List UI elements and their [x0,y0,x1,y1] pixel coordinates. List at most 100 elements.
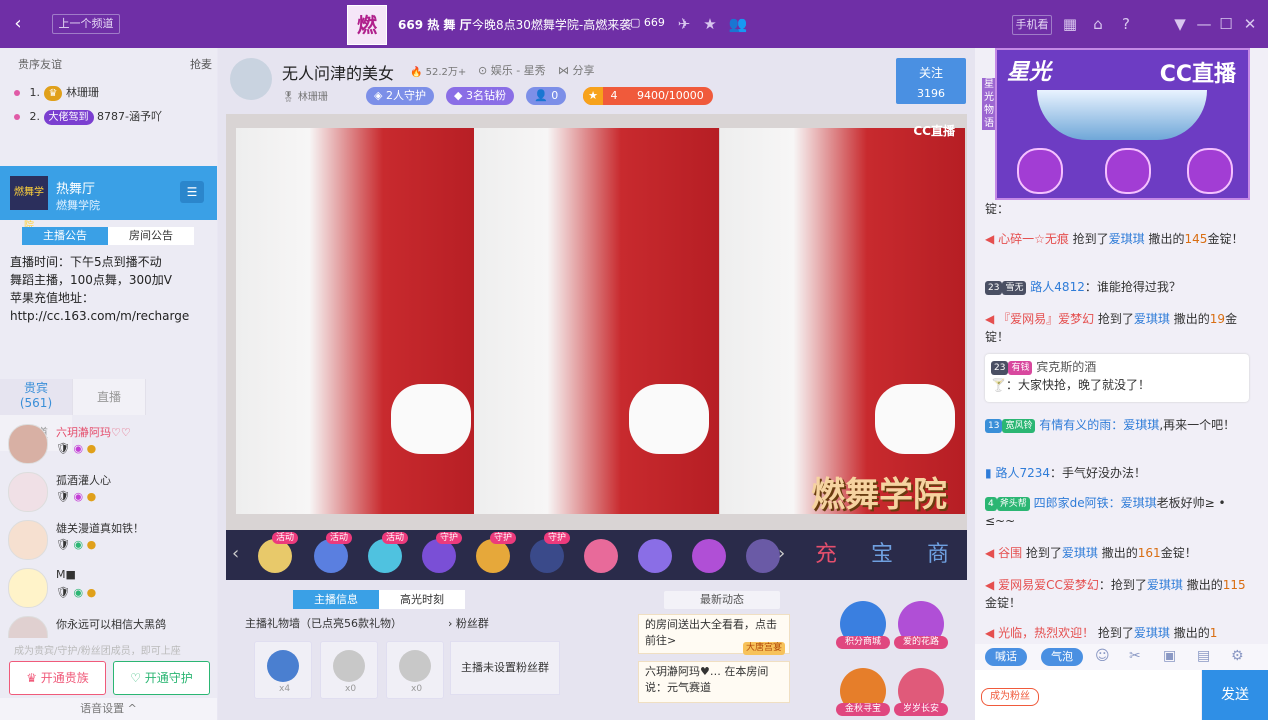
hall-menu-icon[interactable]: ☰ [180,181,204,203]
chat-user: 光临，热烈欢迎！ [998,626,1095,640]
maximize-icon[interactable]: ☐ [1216,14,1236,34]
fans-group-link[interactable]: › 粉丝群 [448,615,489,631]
chevron-right-icon[interactable]: › [778,543,785,564]
video-detail [629,384,709,454]
chat-tail: 撒出的 [1173,626,1210,640]
grid-icon[interactable]: ▦ [1060,14,1080,34]
plane-icon[interactable]: ✈ [674,14,694,34]
fans-pill[interactable]: 👤 0 [526,87,567,105]
no-fans-group: 主播未设置粉丝群 [450,641,560,695]
previous-channel-button[interactable]: 上一个频道 [52,14,120,34]
news-item[interactable]: 的房间送出大全看看，点击前往> 大唐宫宴 [638,614,790,655]
phone-watch-button[interactable]: 手机看 [1012,15,1052,35]
open-vip-button[interactable]: ♛ 开通贵族 [9,661,106,695]
news-item[interactable]: 六玥瀞阿玛♥… 在本房间说：元气赛道 [638,661,790,703]
back-chevron-icon[interactable]: ‹ [8,14,28,34]
flame-icon: 🔥 [410,67,423,78]
chat-text: ,再来一个吧！ [1159,418,1236,432]
chat-who: 爱琪琪 [1133,312,1170,326]
gift-tag: 活动 [326,532,353,544]
chat-text: 抢到了 [1025,546,1062,560]
send-button[interactable]: 发送 [1202,670,1268,720]
treasure-icon[interactable]: 宝 [866,539,898,571]
tab-vip[interactable]: 贵宾 (561) [0,379,73,415]
room-logo: 燃 [347,5,387,45]
love-road-icon[interactable]: 爱的花路 [894,601,948,649]
list-item[interactable]: 六玥瀞阿玛♡♡ 🛡 ◉ ● [8,422,208,468]
recharge-icon[interactable]: 充 [810,539,842,571]
minimize-icon[interactable]: — [1194,14,1214,34]
image-icon[interactable]: ▣ [1163,648,1176,664]
dropdown-icon[interactable]: ▼ [1170,14,1190,34]
autumn-treasure-icon[interactable]: 金秋寻宝 [836,668,890,716]
gift-item[interactable] [530,539,564,573]
gift-ball [267,650,299,682]
emoji-icon[interactable]: ☺ [1095,648,1110,664]
become-fan-button[interactable]: 成为粉丝 [981,688,1039,706]
gift-item[interactable] [422,539,456,573]
user-name: M■ [56,568,76,581]
event-banner[interactable]: 星光 CC直播 [995,48,1250,200]
chat-line: 锭： [985,200,1255,218]
users-icon[interactable]: 👥 [728,14,748,34]
open-vip-label: 开通贵族 [40,671,89,685]
guards-pill[interactable]: ◈ 2人守护 [366,87,434,105]
wall-gift[interactable]: x4 [254,641,312,699]
gift-ball [333,650,365,682]
list-item[interactable]: 你永远可以相信大黑鸽 [8,614,208,638]
user-name: 雄关漫道真如铁！ [56,522,144,535]
follow-button[interactable]: 关注 3196 [896,58,966,104]
open-guard-button[interactable]: ♡ 开通守护 [113,661,210,695]
bell-icon[interactable]: ⌂ [1088,14,1108,34]
gift-item[interactable] [314,539,348,573]
anchor-avatar[interactable] [230,58,272,100]
list-item[interactable]: 雄关漫道真如铁！ 🛡 ◉ ● [8,518,208,564]
share-button[interactable]: ⋈ 分享 [558,62,595,78]
diamonds-text: 3名钻粉 [465,89,506,102]
avatar [8,568,48,608]
gift-box-icon[interactable]: ▤ [1197,648,1210,664]
list-item[interactable]: 孤酒灌人心 🛡 ◉ ● [8,470,208,516]
tab-live[interactable]: 直播 [73,379,146,415]
rank-row-1[interactable]: 1. ♛ 林珊珊 [14,84,99,101]
help-icon[interactable]: ? [1116,14,1136,34]
gift-item[interactable] [638,539,672,573]
gift-item[interactable] [584,539,618,573]
star-icon[interactable]: ★ [700,14,720,34]
tab-anchor-info[interactable]: 主播信息 [293,590,379,609]
gift-ball [399,650,431,682]
gift-item[interactable] [368,539,402,573]
side-tab[interactable]: 星光物语 [982,78,996,130]
gift-item[interactable] [692,539,726,573]
tab-highlights[interactable]: 高光时刻 [379,590,465,609]
gift-item[interactable] [746,539,780,573]
tab-room-announce[interactable]: 房间公告 [108,227,194,245]
hall-subtitle: 燃舞学院 [56,199,100,212]
category-link[interactable]: ⊙ 娱乐 - 星秀 [478,62,546,78]
video-player[interactable]: CC直播 燃舞学院 [226,114,967,530]
video-detail [391,384,471,454]
shout-button[interactable]: 喊话 [985,648,1027,666]
close-icon[interactable]: ✕ [1240,14,1260,34]
gift-item[interactable] [476,539,510,573]
shop-icon[interactable]: 商 [922,539,954,571]
settings-icon[interactable]: ⚙ [1231,648,1244,664]
points-mall-icon[interactable]: 积分商城 [836,601,890,649]
wall-gift[interactable]: x0 [320,641,378,699]
scissors-icon[interactable]: ✂ [1129,648,1141,664]
chang-an-icon[interactable]: 岁岁长安 [894,668,948,716]
chat-line: 23 雪无 路人4812：谁能抢得过我？ [985,278,1255,296]
bubble-button[interactable]: 气泡 [1041,648,1083,666]
hall-card[interactable]: 燃舞学院 热舞厅 燃舞学院 ☰ [0,166,217,232]
chevron-left-icon[interactable]: ‹ [232,543,239,564]
square-label: 金秋寻宝 [836,703,890,716]
tab-anchor-announce[interactable]: 主播公告 [22,227,108,245]
voice-settings-button[interactable]: 语音设置 ^ [0,698,217,720]
wall-gift[interactable]: x0 [386,641,444,699]
grab-mic-button[interactable]: 抢麦 [190,56,212,72]
list-item[interactable]: M■ 🛡 ◉ ● [8,566,208,612]
diamond-fans-pill[interactable]: ◆ 3名钻粉 [446,87,514,105]
rank-row-2[interactable]: 2. 大佬驾到 8787-涵予吖 [14,108,162,125]
heat-value: 🔥 52.2万+ [410,63,466,78]
gift-item[interactable] [258,539,292,573]
